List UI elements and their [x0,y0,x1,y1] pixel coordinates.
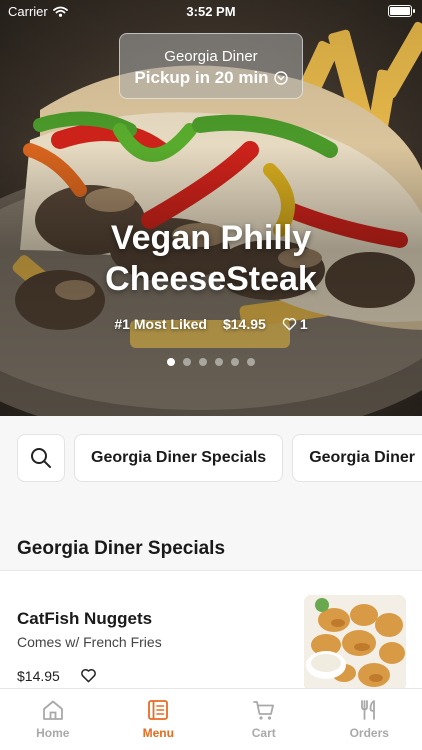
category-chip[interactable]: Georgia Diner Specials [74,434,284,482]
carousel-dot[interactable] [231,358,239,366]
featured-likes[interactable]: 1 [282,316,308,332]
app-screen: Carrier 3:52 PM Georgia Diner Pickup in … [0,0,422,750]
category-chips: Georgia Diner Specials Georgia Diner [74,434,422,482]
tab-label: Menu [142,726,174,740]
pickup-time-row: Pickup in 20 min [120,68,302,88]
tab-label: Orders [349,726,389,740]
category-chip[interactable]: Georgia Diner [292,434,422,482]
section-title: Georgia Diner Specials [17,538,226,559]
menu-item-image [304,595,406,691]
heart-icon [282,318,297,331]
pickup-location: Georgia Diner [164,48,258,65]
search-button[interactable] [17,434,65,482]
home-icon [42,700,63,720]
menu-icon [148,700,169,720]
tab-home[interactable]: Home [0,689,106,750]
tab-orders[interactable]: Orders [317,689,422,750]
featured-badge: #1 Most Liked [114,316,207,332]
featured-likes-count: 1 [299,316,308,332]
carousel-dot[interactable] [183,358,191,366]
chevron-down-icon [273,71,288,85]
tab-menu[interactable]: Menu [106,689,212,750]
pickup-selector[interactable]: Georgia Diner Pickup in 20 min [119,33,303,99]
clock: 3:52 PM [186,4,236,19]
pickup-time: Pickup in 20 min [134,68,269,87]
menu-item[interactable]: CatFish Nuggets Comes w/ French Fries $1… [0,571,422,691]
menu-item-description: Comes w/ French Fries [17,634,162,650]
search-icon [31,448,51,468]
category-bar: Georgia Diner Specials Georgia Diner [0,416,422,506]
catfish-nuggets-photo [304,595,406,691]
battery-icon [388,5,415,17]
carousel-dot[interactable] [167,358,175,366]
status-bar: Carrier 3:52 PM [0,0,422,24]
featured-title-line-2: CheeseSteak [105,260,317,298]
featured-title-line-1: Vegan Philly [110,219,312,257]
orders-icon [361,700,376,720]
tab-cart[interactable]: Cart [211,689,317,750]
carousel-dots [0,358,422,366]
tab-bar: Home Menu Cart Orders [0,688,422,750]
carousel-dot[interactable] [215,358,223,366]
tab-label: Home [36,726,70,740]
featured-price: $14.95 [222,316,266,332]
featured-hero[interactable]: Carrier 3:52 PM Georgia Diner Pickup in … [0,0,422,416]
menu-item-price: $14.95 [17,668,60,684]
tab-label: Cart [251,726,276,740]
carousel-dot[interactable] [247,358,255,366]
carousel-dot[interactable] [199,358,207,366]
featured-meta: #1 Most Liked $14.95 1 [0,316,422,332]
heart-icon[interactable] [80,668,97,683]
menu-item-name: CatFish Nuggets [17,609,153,628]
cart-icon [252,701,274,720]
featured-title: Vegan Philly CheeseSteak [0,218,422,300]
